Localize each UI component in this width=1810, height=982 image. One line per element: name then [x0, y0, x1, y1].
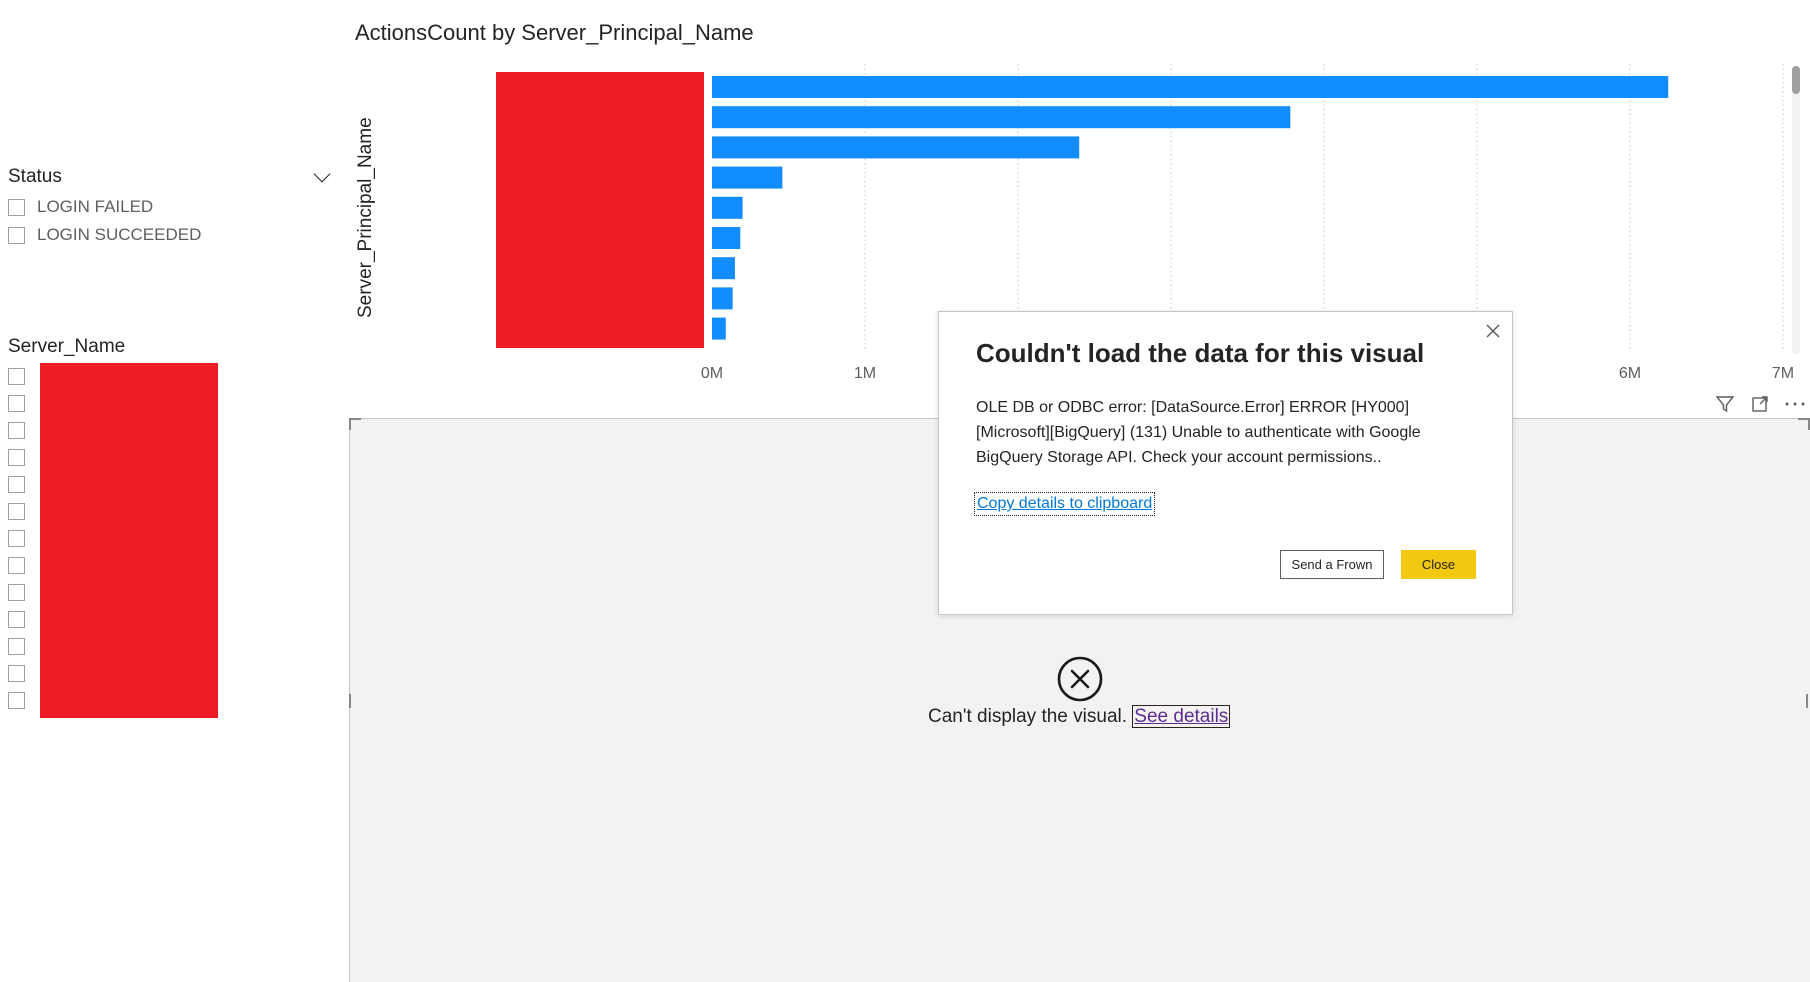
copy-details-link[interactable]: Copy details to clipboard [973, 492, 1156, 516]
bar[interactable] [712, 287, 733, 310]
slicer-item-checkbox[interactable] [8, 665, 25, 682]
slicer-item-checkbox[interactable] [8, 503, 25, 520]
redacted-server-names [40, 363, 218, 718]
error-text: Can't display the visual. [928, 706, 1128, 727]
bar[interactable] [712, 227, 741, 249]
x-tick-label: 0M [701, 365, 723, 382]
slicer-item-checkbox[interactable] [8, 557, 25, 574]
close-icon[interactable] [1484, 322, 1502, 345]
slicer-item-checkbox[interactable] [8, 638, 25, 655]
error-circle-icon [1057, 656, 1103, 707]
bar[interactable] [712, 106, 1291, 129]
x-tick-label: 7M [1772, 365, 1794, 382]
focus-mode-icon[interactable] [1750, 394, 1770, 419]
resize-handle[interactable] [349, 694, 351, 708]
slicer-item-checkbox[interactable] [8, 449, 25, 466]
x-tick-label: 6M [1619, 365, 1641, 382]
slicer-item-checkbox[interactable] [8, 692, 25, 709]
dialog-message: OLE DB or ODBC error: [DataSource.Error]… [976, 399, 1421, 466]
dialog-title: Couldn't load the data for this visual [976, 338, 1425, 368]
bar[interactable] [712, 196, 743, 219]
resize-handle[interactable] [1806, 694, 1808, 708]
error-dialog: Couldn't load the data for this visual O… [938, 311, 1513, 615]
resize-handle[interactable] [349, 418, 361, 430]
resize-handle[interactable] [1798, 418, 1810, 430]
more-options-icon[interactable] [1784, 394, 1806, 419]
slicer-item-checkbox[interactable] [8, 530, 25, 547]
close-button[interactable]: Close [1401, 550, 1476, 579]
see-details-link[interactable]: See details [1132, 705, 1231, 728]
bar[interactable] [712, 76, 1669, 98]
bar[interactable] [712, 257, 735, 280]
send-frown-button[interactable]: Send a Frown [1280, 550, 1384, 579]
bar[interactable] [712, 136, 1080, 159]
bar[interactable] [712, 317, 726, 340]
slicer-item-checkbox[interactable] [8, 476, 25, 493]
scrollbar-thumb[interactable] [1792, 66, 1800, 94]
x-tick-label: 1M [854, 365, 876, 382]
chart-scrollbar[interactable] [1792, 66, 1800, 354]
filter-icon[interactable] [1715, 394, 1735, 419]
bar-chart: 0M 1M 6M 7M [701, 64, 1794, 382]
visual-error-message: Can't display the visual. See details [928, 705, 1231, 728]
bar[interactable] [712, 166, 783, 189]
slicer-item-checkbox[interactable] [8, 611, 25, 628]
slicer-item-checkbox[interactable] [8, 584, 25, 601]
slicer-item-checkbox[interactable] [8, 422, 25, 439]
